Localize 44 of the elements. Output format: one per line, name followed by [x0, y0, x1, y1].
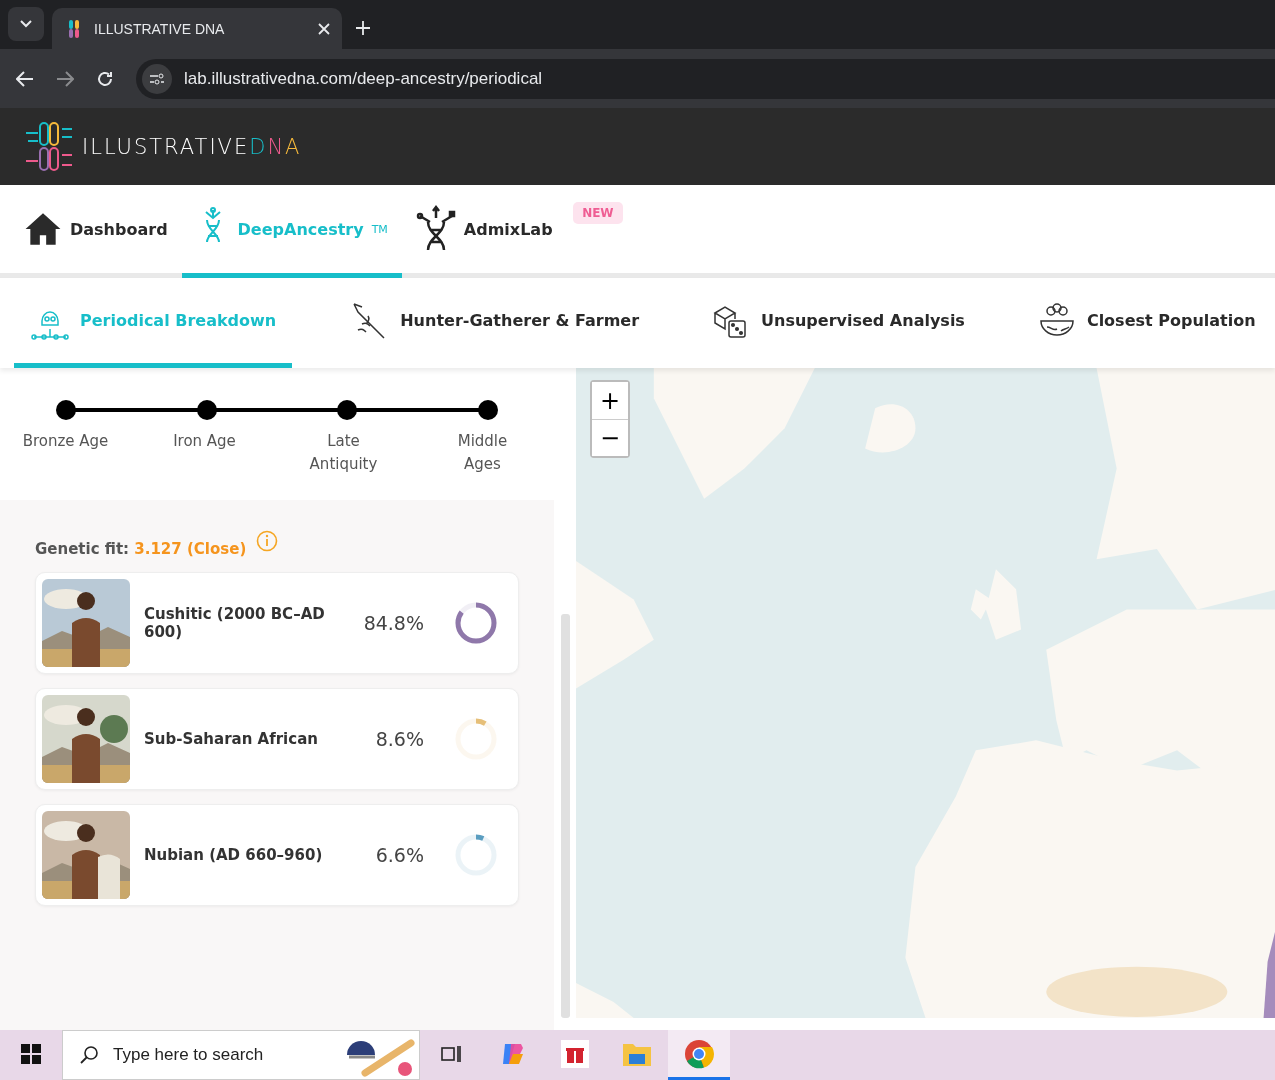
donut-meter: [454, 717, 498, 761]
reload-icon[interactable]: [96, 69, 114, 88]
population-card[interactable]: Sub-Saharan African 8.6%: [35, 688, 519, 790]
browser-tab[interactable]: ILLUSTRATIVE DNA: [52, 8, 342, 49]
site-settings-icon[interactable]: [142, 63, 172, 94]
nav-tab[interactable]: Dashboard: [10, 185, 182, 278]
search-icon: [79, 1045, 99, 1065]
timeline-point[interactable]: [196, 400, 217, 420]
sub-nav-tab[interactable]: Unsupervised Analysis: [695, 278, 981, 368]
population-name: Cushitic (2000 BC–AD 600): [144, 605, 326, 641]
period-label: Iron Age: [173, 431, 236, 452]
search-placeholder: Type here to search: [113, 1045, 265, 1065]
scrollbar[interactable]: [560, 614, 570, 1018]
caret-icon: [20, 20, 32, 28]
sub-nav-tab[interactable]: Hunter-Gatherer & Farmer: [332, 278, 656, 368]
zoom-out-button[interactable]: −: [592, 419, 628, 456]
tab-list-button[interactable]: [8, 7, 44, 41]
timeline-point[interactable]: [477, 400, 498, 420]
new-badge: NEW: [573, 202, 623, 224]
period-label: Bronze Age: [22, 431, 109, 452]
population-percent: 6.6%: [374, 844, 424, 866]
population-percent: 8.6%: [374, 728, 424, 750]
period-label: Middle Ages: [456, 431, 509, 475]
back-icon[interactable]: [16, 70, 34, 87]
logo-text: ILLUSTRATIVE D N A: [82, 134, 302, 159]
donut-meter: [454, 833, 498, 877]
timeline-point[interactable]: [337, 400, 358, 420]
genetic-fit-text: Genetic fit: 3.127 (Close): [35, 540, 247, 558]
tab-title: ILLUSTRATIVE DNA: [94, 20, 226, 37]
period-label: Late Antiquity: [308, 431, 379, 475]
url-field[interactable]: lab.illustrativedna.com/deep-ancestry/periodical: [184, 68, 543, 89]
donut-meter: [454, 601, 498, 645]
forward-icon[interactable]: [56, 70, 74, 87]
close-icon[interactable]: [318, 22, 330, 35]
chrome-icon[interactable]: [668, 1030, 730, 1080]
population-name: Sub-Saharan African: [144, 730, 319, 748]
timeline-point[interactable]: [56, 400, 76, 420]
taskbar-search-field[interactable]: Type here to search: [62, 1030, 420, 1080]
population-card[interactable]: Cushitic (2000 BC–AD 600) 84.8%: [35, 572, 519, 674]
population-name: Nubian (AD 660–960): [144, 846, 324, 864]
population-card[interactable]: Nubian (AD 660–960) 6.6%: [35, 804, 519, 906]
population-percent: 84.8%: [362, 612, 424, 634]
new-tab-icon[interactable]: [356, 21, 370, 35]
sub-nav-tab[interactable]: Closest Population: [1020, 278, 1272, 368]
